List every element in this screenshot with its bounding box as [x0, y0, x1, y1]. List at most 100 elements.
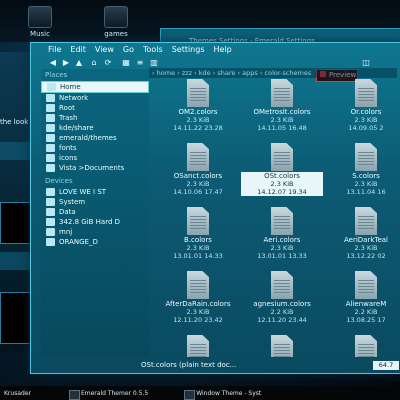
text-document-icon: [187, 207, 209, 235]
file-size: 2.3 KiB: [354, 180, 378, 188]
file-name: S.colors: [352, 172, 380, 180]
file-size: 2.3 KiB: [270, 244, 294, 252]
up-arrow-icon[interactable]: ▲: [74, 58, 84, 67]
file-name: AfterDaRain.colors: [165, 300, 231, 308]
menu-view[interactable]: View: [95, 45, 114, 54]
file-item[interactable]: OSanct.colors 2.3 KiB 14.10.06 17.47: [157, 143, 239, 196]
menu-go[interactable]: Go: [123, 45, 134, 54]
file-name: OSanct.colors: [173, 172, 223, 180]
file-size: 2.3 KiB: [270, 116, 294, 124]
file-item[interactable]: OSt.colors 2.3 KiB 14.12.07 19.34: [241, 143, 323, 196]
file-item[interactable]: Amazonit2(2.3 KiB12.11.04 1: [325, 335, 400, 357]
places-item-home[interactable]: Home: [41, 81, 149, 93]
places-item-kde-share[interactable]: kde/share: [41, 123, 149, 133]
forward-arrow-icon[interactable]: ▶: [61, 58, 71, 67]
text-document-icon: [355, 207, 377, 235]
menu-tools[interactable]: Tools: [143, 45, 163, 54]
file-size: 2.3 KiB: [186, 308, 210, 316]
menu-bar: File Edit View Go Tools Settings Help: [31, 43, 400, 55]
taskbar: Krusader Emerald Themer 0.5.5 Window The…: [0, 386, 400, 400]
folder-icon: [46, 134, 55, 142]
places-item-label: Network: [59, 94, 89, 102]
home-icon[interactable]: ⌂: [89, 58, 99, 67]
desktop-icon-games[interactable]: games: [86, 6, 146, 38]
places-item-root[interactable]: Root: [41, 103, 149, 113]
network-icon: [46, 94, 55, 102]
usb-drive-icon: [46, 188, 55, 196]
file-item[interactable]: Or.colors 2.3 KiB 14.09.05 2: [325, 79, 400, 132]
taskbar-item-emerald[interactable]: Emerald Themer 0.5.5: [67, 389, 148, 400]
file-date: 13.08.25 17: [346, 316, 386, 324]
places-panel: Places Home Network Root Trash kde/share…: [41, 69, 149, 357]
file-size: 2.3 KiB: [354, 244, 378, 252]
details-view-icon[interactable]: ≡: [135, 58, 145, 67]
menu-file[interactable]: File: [48, 45, 61, 54]
status-bar-text: OSt.colors (plain text doc...: [141, 361, 237, 369]
breadcrumb[interactable]: › home › zzz › kde › share › apps › colo…: [149, 68, 397, 78]
file-manager-window[interactable]: File Edit View Go Tools Settings Help ◀ …: [30, 42, 400, 374]
devices-item-label: LOVE WE I ST: [59, 188, 107, 196]
text-document-icon: [355, 79, 377, 107]
devices-item[interactable]: Data: [41, 207, 149, 217]
file-item[interactable]: agnesium.colors 2.2 KiB 12.11.20 23.44: [241, 271, 323, 324]
trash-icon: [46, 114, 55, 122]
menu-settings[interactable]: Settings: [172, 45, 205, 54]
places-item-label: emerald/themes: [59, 134, 117, 142]
file-item[interactable]: OM2.colors 2.3 KiB 14.11.22 23.28: [157, 79, 239, 132]
file-size: 2.3 KiB: [186, 180, 210, 188]
file-name: OMetrosit.colors: [253, 108, 311, 116]
zoom-indicator[interactable]: 64.7: [373, 361, 399, 370]
places-item-fonts[interactable]: fonts: [41, 143, 149, 153]
file-name: Or.colors: [350, 108, 382, 116]
file-item[interactable]: S.colors 2.3 KiB 13.11.04 16: [325, 143, 400, 196]
devices-item[interactable]: mnj: [41, 227, 149, 237]
hard-drive-icon: [46, 198, 55, 206]
menu-help[interactable]: Help: [214, 45, 232, 54]
file-item[interactable]: B.colors 2.3 KiB 13.01.01 14.33: [157, 207, 239, 260]
file-item[interactable]: Aeri.colors 2.3 KiB 13.01.01 13.33: [241, 207, 323, 260]
back-arrow-icon[interactable]: ◀: [48, 58, 58, 67]
file-item[interactable]: AlienwareM 2.2 KiB 13.08.25 17: [325, 271, 400, 324]
text-document-icon: [187, 335, 209, 357]
places-item-trash[interactable]: Trash: [41, 113, 149, 123]
text-document-icon: [187, 143, 209, 171]
devices-item[interactable]: 342.8 GiB Hard D: [41, 217, 149, 227]
split-view-icon[interactable]: ◫: [361, 58, 371, 67]
devices-item[interactable]: ORANGE_D: [41, 237, 149, 247]
hard-drive-icon: [46, 218, 55, 226]
file-date: 12.11.20 23.44: [257, 316, 307, 324]
devices-item[interactable]: LOVE WE I ST: [41, 187, 149, 197]
menu-edit[interactable]: Edit: [70, 45, 86, 54]
taskbar-item-window-theme[interactable]: Window Theme - Syst: [182, 389, 261, 400]
columns-view-icon[interactable]: ▥: [149, 58, 159, 67]
file-date: 14.12.07 19.34: [241, 188, 323, 196]
places-item-label: fonts: [59, 144, 77, 152]
devices-item[interactable]: System: [41, 197, 149, 207]
places-item-emerald-themes[interactable]: emerald/themes: [41, 133, 149, 143]
places-item-vista-documents[interactable]: Vista >Documents: [41, 163, 149, 173]
icon-view-icon[interactable]: ▦: [121, 58, 131, 67]
folder-icon: [46, 144, 55, 152]
desktop-icon-music[interactable]: Music: [10, 6, 70, 38]
text-document-icon: [187, 79, 209, 107]
file-date: 13.01.01 13.33: [257, 252, 307, 260]
file-name: OSt.colors: [241, 172, 323, 180]
desktop-icon-label: games: [104, 30, 128, 38]
games-folder-icon: [104, 6, 128, 28]
folder-red-icon: [46, 104, 55, 112]
hard-drive-icon: [46, 208, 55, 216]
window-theme-app-icon: [184, 389, 196, 400]
reload-icon[interactable]: ⟳: [103, 58, 113, 67]
taskbar-item-krusader[interactable]: Krusader: [4, 390, 31, 397]
file-date: 13.01.01 14.33: [173, 252, 223, 260]
places-item-icons[interactable]: icons: [41, 153, 149, 163]
file-name: AeriDarkTeal: [343, 236, 389, 244]
places-item-network[interactable]: Network: [41, 93, 149, 103]
file-item[interactable]: OMetrosit.colors 2.3 KiB 14.11.05 16.48: [241, 79, 323, 132]
devices-header: Devices: [45, 177, 73, 185]
devices-item-label: mnj: [59, 228, 73, 236]
file-item[interactable]: AlwaysGreen.colors2.2 KiB12.11.20 23.44: [241, 335, 323, 357]
file-item[interactable]: AlienwareOrange-2222.colors2.3 KiB13.02.…: [157, 335, 239, 357]
file-item[interactable]: AeriDarkTeal 2.3 KiB 13.12.22 02: [325, 207, 400, 260]
file-item[interactable]: AfterDaRain.colors 2.3 KiB 12.11.20 23.42: [157, 271, 239, 324]
